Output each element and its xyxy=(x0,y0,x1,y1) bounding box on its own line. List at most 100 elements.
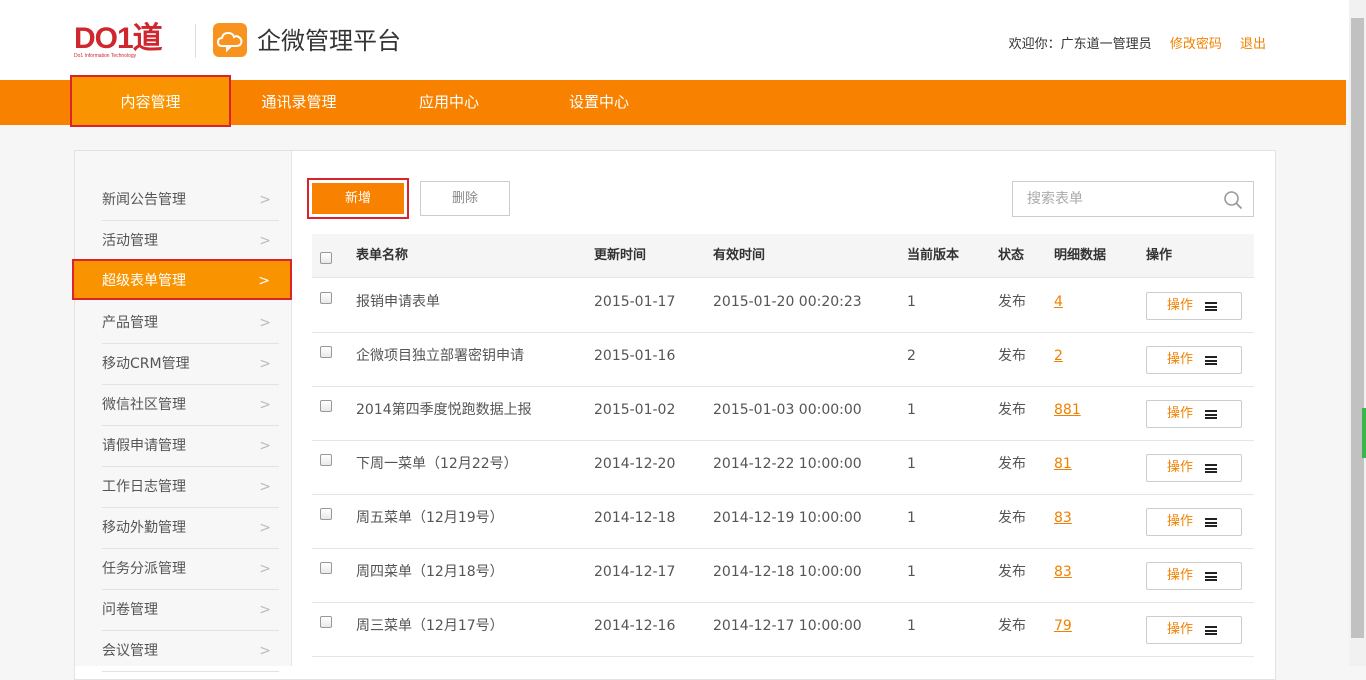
cell-status: 发布 xyxy=(998,348,1026,364)
cell-name: 企微项目独立部署密钥申请 xyxy=(356,348,524,364)
header: DO1道 Do1 Information Technology 企微管理平台 欢… xyxy=(0,0,1366,80)
row-checkbox[interactable] xyxy=(320,508,332,520)
sidebar-item-survey[interactable]: 问卷管理 > xyxy=(102,590,279,631)
operation-label: 操作 xyxy=(1167,460,1194,475)
add-button[interactable]: 新增 xyxy=(312,183,404,214)
operation-label: 操作 xyxy=(1167,514,1194,529)
operation-label: 操作 xyxy=(1167,406,1194,421)
select-all-checkbox[interactable] xyxy=(320,252,332,264)
nav-item-content[interactable]: 内容管理 xyxy=(70,75,231,127)
sidebar-item-worklog[interactable]: 工作日志管理 > xyxy=(102,467,279,508)
chevron-right-icon: > xyxy=(259,602,271,618)
nav-item-apps[interactable]: 应用中心 xyxy=(389,80,509,125)
header-valid: 有效时间 xyxy=(713,248,766,263)
sidebar-item-super-form[interactable]: 超级表单管理 > xyxy=(72,259,292,300)
row-checkbox[interactable] xyxy=(320,292,332,304)
cell-valid: 2014-12-18 10:00:00 xyxy=(713,564,862,580)
detail-link[interactable]: 2 xyxy=(1054,333,1063,387)
logo-subtitle: Do1 Information Technology xyxy=(74,53,137,59)
menu-icon xyxy=(1205,464,1217,473)
menu-icon xyxy=(1205,572,1217,581)
sidebar-item-news[interactable]: 新闻公告管理 > xyxy=(102,180,279,221)
operation-button[interactable]: 操作 xyxy=(1146,454,1242,482)
cell-updated: 2015-01-17 xyxy=(594,294,676,310)
cell-valid: 2014-12-22 10:00:00 xyxy=(713,456,862,472)
chevron-right-icon: > xyxy=(259,356,271,372)
cell-version: 1 xyxy=(907,618,916,634)
search-input[interactable] xyxy=(1013,182,1213,216)
chevron-right-icon: > xyxy=(258,273,270,289)
cell-updated: 2014-12-18 xyxy=(594,510,676,526)
table-header: 表单名称 更新时间 有效时间 当前版本 状态 明细数据 操作 xyxy=(312,234,1254,278)
menu-icon xyxy=(1205,302,1217,311)
scrollbar-thumb[interactable] xyxy=(1351,18,1364,638)
cell-updated: 2015-01-02 xyxy=(594,402,676,418)
change-password-link[interactable]: 修改密码 xyxy=(1170,37,1222,52)
detail-link[interactable]: 83 xyxy=(1054,549,1072,603)
sidebar-item-activity[interactable]: 活动管理 > xyxy=(102,221,279,262)
company-logo[interactable]: DO1道 Do1 Information Technology xyxy=(74,22,184,62)
sidebar-item-label: 请假申请管理 xyxy=(102,438,186,454)
delete-button[interactable]: 删除 xyxy=(420,181,510,216)
page-scrollbar[interactable] xyxy=(1349,0,1366,666)
cell-status: 发布 xyxy=(998,510,1026,526)
sidebar-item-task[interactable]: 任务分派管理 > xyxy=(102,549,279,590)
logo-text: DO1道 xyxy=(74,22,163,55)
operation-button[interactable]: 操作 xyxy=(1146,292,1242,320)
operation-button[interactable]: 操作 xyxy=(1146,508,1242,536)
detail-link[interactable]: 79 xyxy=(1054,603,1072,657)
table-row: 周三菜单（12月17号） 2014-12-16 2014-12-17 10:00… xyxy=(312,603,1254,657)
row-checkbox[interactable] xyxy=(320,454,332,466)
header-name: 表单名称 xyxy=(356,248,409,263)
sidebar-item-field[interactable]: 移动外勤管理 > xyxy=(102,508,279,549)
operation-button[interactable]: 操作 xyxy=(1146,562,1242,590)
logout-link[interactable]: 退出 xyxy=(1240,37,1266,52)
sidebar-item-community[interactable]: 微信社区管理 > xyxy=(102,385,279,426)
cell-name: 周三菜单（12月17号） xyxy=(356,618,504,634)
cell-updated: 2014-12-16 xyxy=(594,618,676,634)
row-checkbox[interactable] xyxy=(320,400,332,412)
side-indicator xyxy=(1362,408,1366,458)
sidebar-item-label: 新闻公告管理 xyxy=(102,192,186,208)
cell-name: 周五菜单（12月19号） xyxy=(356,510,504,526)
operation-label: 操作 xyxy=(1167,568,1194,583)
cell-status: 发布 xyxy=(998,564,1026,580)
operation-button[interactable]: 操作 xyxy=(1146,400,1242,428)
table-row: 周四菜单（12月18号） 2014-12-17 2014-12-18 10:00… xyxy=(312,549,1254,603)
row-checkbox[interactable] xyxy=(320,562,332,574)
menu-icon xyxy=(1205,410,1217,419)
cell-valid: 2015-01-03 00:00:00 xyxy=(713,402,862,418)
cell-updated: 2014-12-17 xyxy=(594,564,676,580)
operation-label: 操作 xyxy=(1167,622,1194,637)
sidebar-item-product[interactable]: 产品管理 > xyxy=(102,303,279,344)
nav-item-contacts[interactable]: 通讯录管理 xyxy=(239,80,359,125)
chevron-right-icon: > xyxy=(259,561,271,577)
sidebar-item-label: 问卷管理 xyxy=(102,602,158,618)
sidebar-item-leave[interactable]: 请假申请管理 > xyxy=(102,426,279,467)
detail-link[interactable]: 81 xyxy=(1054,441,1072,495)
detail-link[interactable]: 881 xyxy=(1054,387,1081,441)
chevron-right-icon: > xyxy=(259,479,271,495)
detail-link[interactable]: 83 xyxy=(1054,495,1072,549)
cell-name: 2014第四季度悦跑数据上报 xyxy=(356,402,532,418)
cell-version: 1 xyxy=(907,510,916,526)
table-row: 2014第四季度悦跑数据上报 2015-01-02 2015-01-03 00:… xyxy=(312,387,1254,441)
operation-button[interactable]: 操作 xyxy=(1146,346,1242,374)
sidebar-item-label: 移动外勤管理 xyxy=(102,520,186,536)
cell-name: 下周一菜单（12月22号） xyxy=(356,456,518,472)
row-checkbox[interactable] xyxy=(320,346,332,358)
cell-status: 发布 xyxy=(998,294,1026,310)
header-updated: 更新时间 xyxy=(594,248,647,263)
row-checkbox[interactable] xyxy=(320,616,332,628)
main-nav: 内容管理 通讯录管理 应用中心 设置中心 xyxy=(0,75,1346,127)
search-icon[interactable] xyxy=(1223,190,1243,210)
sidebar-item-label: 移动CRM管理 xyxy=(102,356,190,372)
chevron-right-icon: > xyxy=(259,315,271,331)
logo-divider xyxy=(195,24,196,58)
detail-link[interactable]: 4 xyxy=(1054,279,1063,333)
sidebar-item-crm[interactable]: 移动CRM管理 > xyxy=(102,344,279,385)
cell-updated: 2015-01-16 xyxy=(594,348,676,364)
sidebar: 新闻公告管理 > 活动管理 > 超级表单管理 > 产品管理 > 移动CRM管理 > 微信社… xyxy=(72,151,292,672)
operation-button[interactable]: 操作 xyxy=(1146,616,1242,644)
nav-item-settings[interactable]: 设置中心 xyxy=(539,80,659,125)
